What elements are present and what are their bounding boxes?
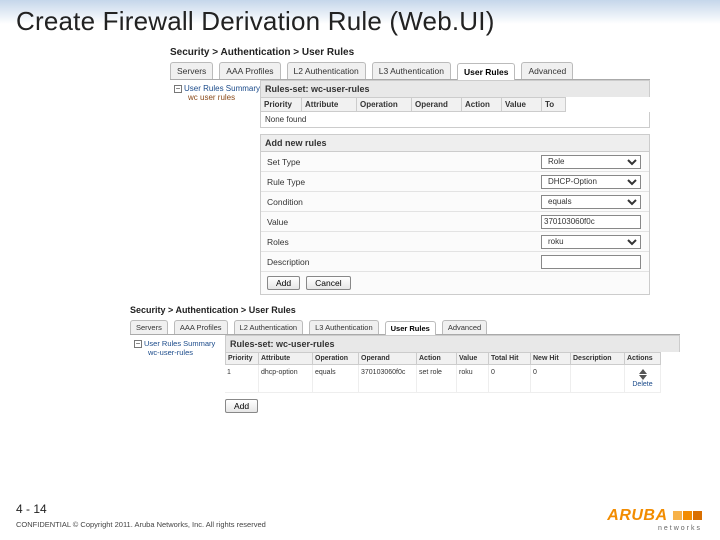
col2-actions: Actions xyxy=(625,352,661,365)
none-found: None found xyxy=(260,112,650,128)
tab-advanced[interactable]: Advanced xyxy=(521,62,573,79)
col2-priority: Priority xyxy=(225,352,259,365)
rules-columns-2: Priority Attribute Operation Operand Act… xyxy=(225,352,680,393)
col-to: To xyxy=(542,97,566,112)
tree-root[interactable]: User Rules Summary xyxy=(184,84,260,93)
tab-aaa-profiles[interactable]: AAA Profiles xyxy=(219,62,280,79)
tree-child[interactable]: wc user rules xyxy=(188,93,256,102)
tree2-child[interactable]: wc-user-rules xyxy=(148,348,221,357)
label-rule-type: Rule Type xyxy=(261,177,361,187)
row-operand: 370103060f0c xyxy=(359,365,417,393)
panel-top: Security > Authentication > User Rules S… xyxy=(170,45,650,295)
confidential-text: CONFIDENTIAL © Copyright 2011. Aruba Net… xyxy=(16,520,704,529)
row-priority: 1 xyxy=(225,365,259,393)
label-description: Description xyxy=(261,257,361,267)
tree2-root[interactable]: User Rules Summary xyxy=(144,339,215,348)
label-condition: Condition xyxy=(261,197,361,207)
input-value[interactable] xyxy=(541,215,641,229)
tree-collapse-icon[interactable]: − xyxy=(174,85,182,93)
col-operand: Operand xyxy=(412,97,462,112)
col-attribute: Attribute xyxy=(302,97,357,112)
nav-tree: −User Rules Summary wc user rules xyxy=(170,80,260,295)
content-area-2: Rules-set: wc-user-rules Priority Attrib… xyxy=(225,335,680,419)
input-description[interactable] xyxy=(541,255,641,269)
content-area: Rules-set: wc-user-rules Priority Attrib… xyxy=(260,80,650,295)
label-value: Value xyxy=(261,217,361,227)
tab2-user-rules[interactable]: User Rules xyxy=(385,321,436,335)
page-number: 4 - 14 xyxy=(16,502,704,516)
rules-set-header-2: Rules-set: wc-user-rules xyxy=(225,335,680,352)
row-description xyxy=(571,365,625,393)
brand-sub: networks xyxy=(607,525,702,532)
footer: 4 - 14 CONFIDENTIAL © Copyright 2011. Ar… xyxy=(0,498,720,540)
col-operation: Operation xyxy=(357,97,412,112)
breadcrumb-2: Security > Authentication > User Rules xyxy=(130,303,680,319)
tab-l2-auth[interactable]: L2 Authentication xyxy=(287,62,366,79)
brand-name: ARUBA xyxy=(607,507,667,524)
logo-box-icon xyxy=(683,511,692,520)
logo-box-icon xyxy=(693,511,702,520)
add-button-2[interactable]: Add xyxy=(225,399,258,413)
tree2-collapse-icon[interactable]: − xyxy=(134,340,142,348)
col-priority: Priority xyxy=(260,97,302,112)
select-condition[interactable]: equals xyxy=(541,195,641,209)
breadcrumb: Security > Authentication > User Rules xyxy=(170,45,650,62)
slide-title: Create Firewall Derivation Rule (Web.UI) xyxy=(0,0,720,45)
row-value: roku xyxy=(457,365,489,393)
col2-operation: Operation xyxy=(313,352,359,365)
select-roles[interactable]: roku xyxy=(541,235,641,249)
add-rules-header: Add new rules xyxy=(260,134,650,152)
col2-totalhit: Total Hit xyxy=(489,352,531,365)
tab-servers[interactable]: Servers xyxy=(170,62,213,79)
col2-value: Value xyxy=(457,352,489,365)
tab-l3-auth[interactable]: L3 Authentication xyxy=(372,62,451,79)
cancel-button[interactable]: Cancel xyxy=(306,276,350,290)
col2-action: Action xyxy=(417,352,457,365)
tab-bar: Servers AAA Profiles L2 Authentication L… xyxy=(170,62,650,80)
panel-bottom: Security > Authentication > User Rules S… xyxy=(130,303,680,419)
tab2-aaa-profiles[interactable]: AAA Profiles xyxy=(174,320,228,334)
rules-set-header: Rules-set: wc-user-rules xyxy=(260,80,650,97)
row-totalhit: 0 xyxy=(489,365,531,393)
delete-link[interactable]: Delete xyxy=(632,381,652,388)
row-operation: equals xyxy=(313,365,359,393)
row-attribute: dhcp-option xyxy=(259,365,313,393)
tab2-l2-auth[interactable]: L2 Authentication xyxy=(234,320,304,334)
nav-tree-2: −User Rules Summary wc-user-rules xyxy=(130,335,225,419)
tab2-l3-auth[interactable]: L3 Authentication xyxy=(309,320,379,334)
tab2-servers[interactable]: Servers xyxy=(130,320,168,334)
tab-bar-2: Servers AAA Profiles L2 Authentication L… xyxy=(130,319,680,335)
move-up-icon[interactable] xyxy=(639,369,647,374)
col2-attribute: Attribute xyxy=(259,352,313,365)
select-set-type[interactable]: Role xyxy=(541,155,641,169)
col2-description: Description xyxy=(571,352,625,365)
col2-operand: Operand xyxy=(359,352,417,365)
tab-user-rules[interactable]: User Rules xyxy=(457,63,515,80)
move-down-icon[interactable] xyxy=(639,375,647,380)
rules-columns: Priority Attribute Operation Operand Act… xyxy=(260,97,650,112)
logo-box-icon xyxy=(673,511,682,520)
brand-logo: ARUBA networks xyxy=(607,507,702,532)
label-roles: Roles xyxy=(261,237,361,247)
add-button[interactable]: Add xyxy=(267,276,300,290)
col2-newhit: New Hit xyxy=(531,352,571,365)
row-action: set role xyxy=(417,365,457,393)
row-newhit: 0 xyxy=(531,365,571,393)
label-set-type: Set Type xyxy=(261,157,361,167)
add-rule-form: Set Type Role Rule Type DHCP-Option Cond… xyxy=(260,152,650,295)
tab2-advanced[interactable]: Advanced xyxy=(442,320,487,334)
col-action: Action xyxy=(462,97,502,112)
col-value: Value xyxy=(502,97,542,112)
row-actions: Delete xyxy=(625,365,661,393)
select-rule-type[interactable]: DHCP-Option xyxy=(541,175,641,189)
